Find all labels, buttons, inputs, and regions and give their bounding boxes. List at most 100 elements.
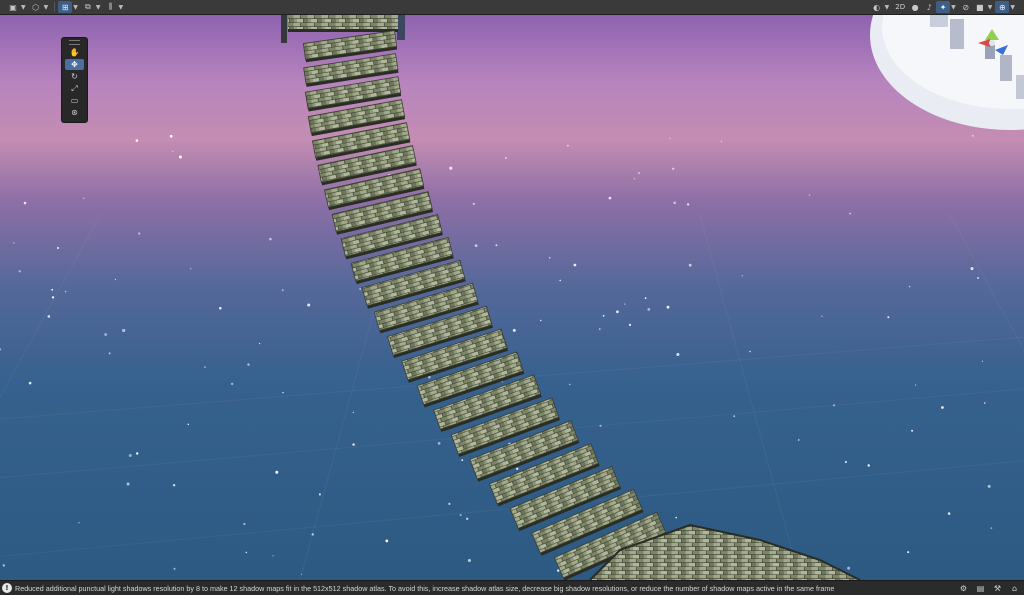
scale-icon[interactable]: ⤢	[65, 83, 84, 94]
chevron-down-icon[interactable]: ▼	[951, 4, 956, 11]
star	[219, 306, 222, 310]
star	[548, 256, 551, 259]
transform-icon[interactable]: ⊛	[65, 107, 84, 118]
star	[686, 203, 690, 206]
star	[466, 517, 469, 520]
star	[599, 328, 601, 330]
effects-icon[interactable]: ✦	[936, 1, 951, 13]
2d-label: 2D	[895, 3, 906, 11]
status-bar: ! Reduced additional punctual light shad…	[0, 580, 1024, 595]
cube-icon[interactable]: ⬡	[29, 1, 43, 13]
hand-icon[interactable]: ✋	[65, 47, 84, 58]
star	[13, 242, 15, 244]
star	[669, 137, 671, 139]
grid-snap-icon[interactable]: ⊞	[58, 1, 73, 13]
star	[352, 443, 355, 446]
chevron-down-icon[interactable]: ▼	[73, 4, 78, 11]
star	[114, 278, 117, 281]
chevron-down-icon[interactable]: ▼	[21, 4, 26, 11]
star	[749, 350, 751, 353]
star	[136, 452, 139, 455]
chevron-down-icon[interactable]: ▼	[44, 4, 49, 11]
audio-icon[interactable]: ♪	[922, 1, 936, 13]
star	[311, 533, 314, 536]
chevron-down-icon[interactable]: ▼	[1010, 4, 1015, 11]
info-icon: !	[2, 583, 12, 593]
star	[2, 564, 5, 567]
star	[126, 482, 130, 486]
tool-palette: ✋ ✥ ↻ ⤢ ▭ ⊛	[61, 37, 88, 123]
star	[941, 406, 944, 409]
chevron-down-icon[interactable]: ▼	[988, 4, 993, 11]
status-right-icons: ⚙ ▤ ⚒ ⌂	[958, 583, 1020, 593]
star	[990, 527, 993, 529]
scene-render	[0, 15, 1024, 580]
star	[977, 277, 980, 279]
star	[204, 366, 206, 369]
bake-icon[interactable]: ⚙	[958, 583, 969, 593]
star	[970, 267, 974, 271]
align-icon[interactable]: ⫼	[104, 1, 118, 13]
star	[844, 460, 848, 464]
star	[608, 196, 612, 200]
star	[128, 454, 132, 457]
star	[987, 484, 991, 488]
notification-icon[interactable]: ⌂	[1009, 583, 1020, 593]
scene-viewport[interactable]: ✋ ✥ ↻ ⤢ ▭ ⊛	[0, 15, 1024, 580]
drag-handle[interactable]	[69, 40, 80, 45]
chevron-down-icon[interactable]: ▼	[885, 4, 890, 11]
2d-toggle-button[interactable]: 2D	[892, 1, 908, 13]
scene-toolbar: ▣ ▼ ⬡ ▼ ⊞ ▼ ⧉ ▼ ⫼ ▼ ◐ ▼ 2D ● ♪ ✦ ▼ ⊘ ■ ▼ ⊕ ▼	[0, 0, 1024, 15]
star	[849, 212, 852, 215]
lighting-icon[interactable]: ●	[908, 1, 922, 13]
star	[887, 316, 890, 319]
star	[602, 314, 605, 317]
separator	[54, 2, 56, 12]
star	[449, 166, 453, 170]
star	[247, 363, 250, 366]
shaded-icon[interactable]: ▣	[6, 1, 20, 13]
star	[245, 551, 248, 554]
star	[624, 303, 626, 305]
star	[448, 502, 451, 505]
chevron-down-icon[interactable]: ▼	[96, 4, 101, 11]
cache-icon[interactable]: ▤	[975, 583, 986, 593]
status-message[interactable]: Reduced additional punctual light shadow…	[15, 584, 834, 593]
render-mode-icon[interactable]: ◐	[870, 1, 884, 13]
star	[512, 328, 516, 332]
star	[461, 459, 464, 461]
toolbar-left-group: ▣ ▼ ⬡ ▼ ⊞ ▼ ⧉ ▼ ⫼ ▼	[6, 1, 126, 13]
gizmos-icon[interactable]: ⊕	[995, 1, 1010, 13]
rotate-icon[interactable]: ↻	[65, 71, 84, 82]
star	[472, 202, 475, 205]
star	[172, 150, 174, 153]
hidden-icon[interactable]: ⊘	[959, 1, 973, 13]
camera-icon[interactable]: ■	[973, 1, 987, 13]
star	[83, 197, 85, 199]
rect-icon[interactable]: ▭	[65, 95, 84, 106]
star	[557, 569, 560, 572]
star	[272, 555, 274, 557]
star	[798, 439, 800, 441]
star	[720, 140, 723, 143]
move-icon[interactable]: ✥	[65, 59, 84, 70]
star	[122, 328, 126, 333]
chevron-down-icon[interactable]: ▼	[119, 4, 124, 11]
star	[359, 288, 361, 290]
toolbar-right-group: ◐ ▼ 2D ● ♪ ✦ ▼ ⊘ ■ ▼ ⊕ ▼	[870, 1, 1018, 13]
increment-icon[interactable]: ⧉	[81, 1, 95, 13]
star	[269, 237, 272, 241]
star	[307, 303, 311, 307]
star	[352, 411, 354, 414]
star	[907, 551, 910, 554]
star	[983, 402, 986, 404]
star	[633, 178, 636, 180]
star	[569, 383, 571, 386]
star	[173, 567, 176, 570]
star	[666, 305, 670, 309]
collab-icon[interactable]: ⚒	[992, 583, 1003, 593]
star	[190, 268, 192, 270]
star	[516, 467, 519, 470]
star	[947, 512, 951, 515]
star	[688, 263, 692, 267]
